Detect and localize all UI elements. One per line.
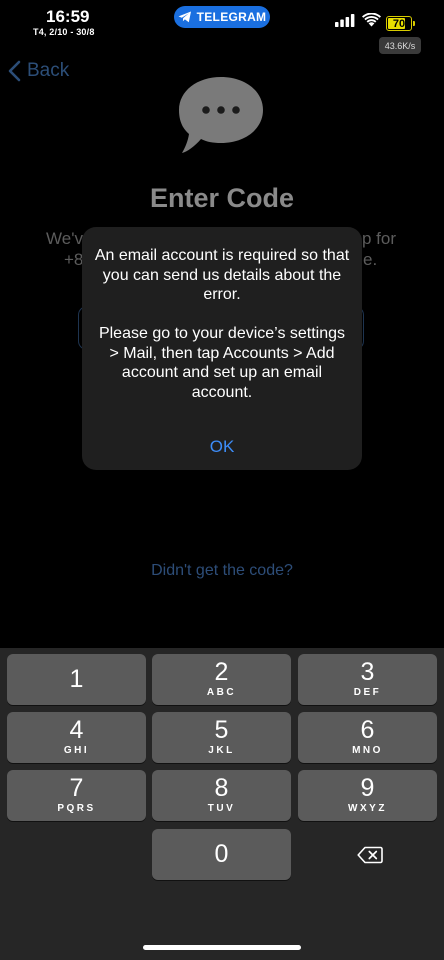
resend-code-link[interactable]: Didn't get the code? xyxy=(0,562,444,580)
key-digit: 2 xyxy=(214,658,229,686)
backspace-icon xyxy=(356,846,383,863)
key-digit: 7 xyxy=(69,774,84,802)
key-4[interactable]: 4 GHI xyxy=(7,712,146,763)
key-digit: 6 xyxy=(360,716,375,744)
chevron-left-icon xyxy=(8,60,21,82)
battery-percent: 70 xyxy=(392,17,406,30)
back-label: Back xyxy=(27,60,70,81)
key-7[interactable]: 7 PQRS xyxy=(7,770,146,821)
network-speed-badge: 43.6K/s xyxy=(379,37,421,54)
alert-message: An email account is required so that you… xyxy=(94,246,350,402)
chat-bubble-icon xyxy=(179,77,263,153)
battery-nub xyxy=(413,21,415,26)
back-button[interactable]: Back xyxy=(8,60,69,82)
description-line1-right: p for xyxy=(362,229,397,248)
alert-message-paragraph-2: Please go to your device’s settings > Ma… xyxy=(98,325,346,401)
key-digit: 9 xyxy=(360,774,375,802)
key-digit: 5 xyxy=(214,716,229,744)
key-6[interactable]: 6 MNO xyxy=(298,712,437,763)
key-letters: ABC xyxy=(206,687,237,698)
key-3[interactable]: 3 DEF xyxy=(298,654,437,705)
status-time: 16:59 xyxy=(46,7,90,26)
telegram-pill-label: TELEGRAM xyxy=(196,10,267,24)
battery-indicator: 70 xyxy=(386,16,415,31)
key-digit: 0 xyxy=(214,840,229,868)
key-digit: 8 xyxy=(214,774,229,802)
status-date: T4, 2/10 - 30/8 xyxy=(33,27,95,37)
key-letters: JKL xyxy=(208,745,235,756)
key-digit: 4 xyxy=(69,716,84,744)
description-line1-left: We'v xyxy=(46,229,83,248)
key-2[interactable]: 2 ABC xyxy=(152,654,291,705)
key-9[interactable]: 9 WXYZ xyxy=(298,770,437,821)
key-letters: PQRS xyxy=(57,803,96,814)
signal-icon xyxy=(335,14,355,27)
description-line2-right: e. xyxy=(363,250,378,269)
alert-ok-button[interactable]: OK xyxy=(82,432,362,462)
key-letters: DEF xyxy=(353,687,382,698)
key-digit: 3 xyxy=(360,658,375,686)
telegram-return-pill[interactable]: TELEGRAM xyxy=(174,6,270,28)
key-5[interactable]: 5 JKL xyxy=(152,712,291,763)
telegram-icon xyxy=(178,11,191,23)
key-letters: TUV xyxy=(207,803,236,814)
key-digit: 1 xyxy=(69,665,84,693)
alert-message-paragraph-1: An email account is required so that you… xyxy=(94,247,350,303)
description-line2-left: +8 xyxy=(64,250,84,269)
delete-key[interactable] xyxy=(300,829,439,880)
key-letters: WXYZ xyxy=(348,803,387,814)
home-indicator[interactable] xyxy=(143,945,301,950)
key-0[interactable]: 0 xyxy=(152,829,291,880)
wifi-icon xyxy=(362,13,381,27)
status-bar: 16:59 T4, 2/10 - 30/8 TELEGRAM 70 43.6K/… xyxy=(0,0,444,60)
key-8[interactable]: 8 TUV xyxy=(152,770,291,821)
key-letters: GHI xyxy=(63,745,90,756)
key-1[interactable]: 1 xyxy=(7,654,146,705)
page-title: Enter Code xyxy=(149,183,295,213)
key-letters: MNO xyxy=(352,745,383,756)
